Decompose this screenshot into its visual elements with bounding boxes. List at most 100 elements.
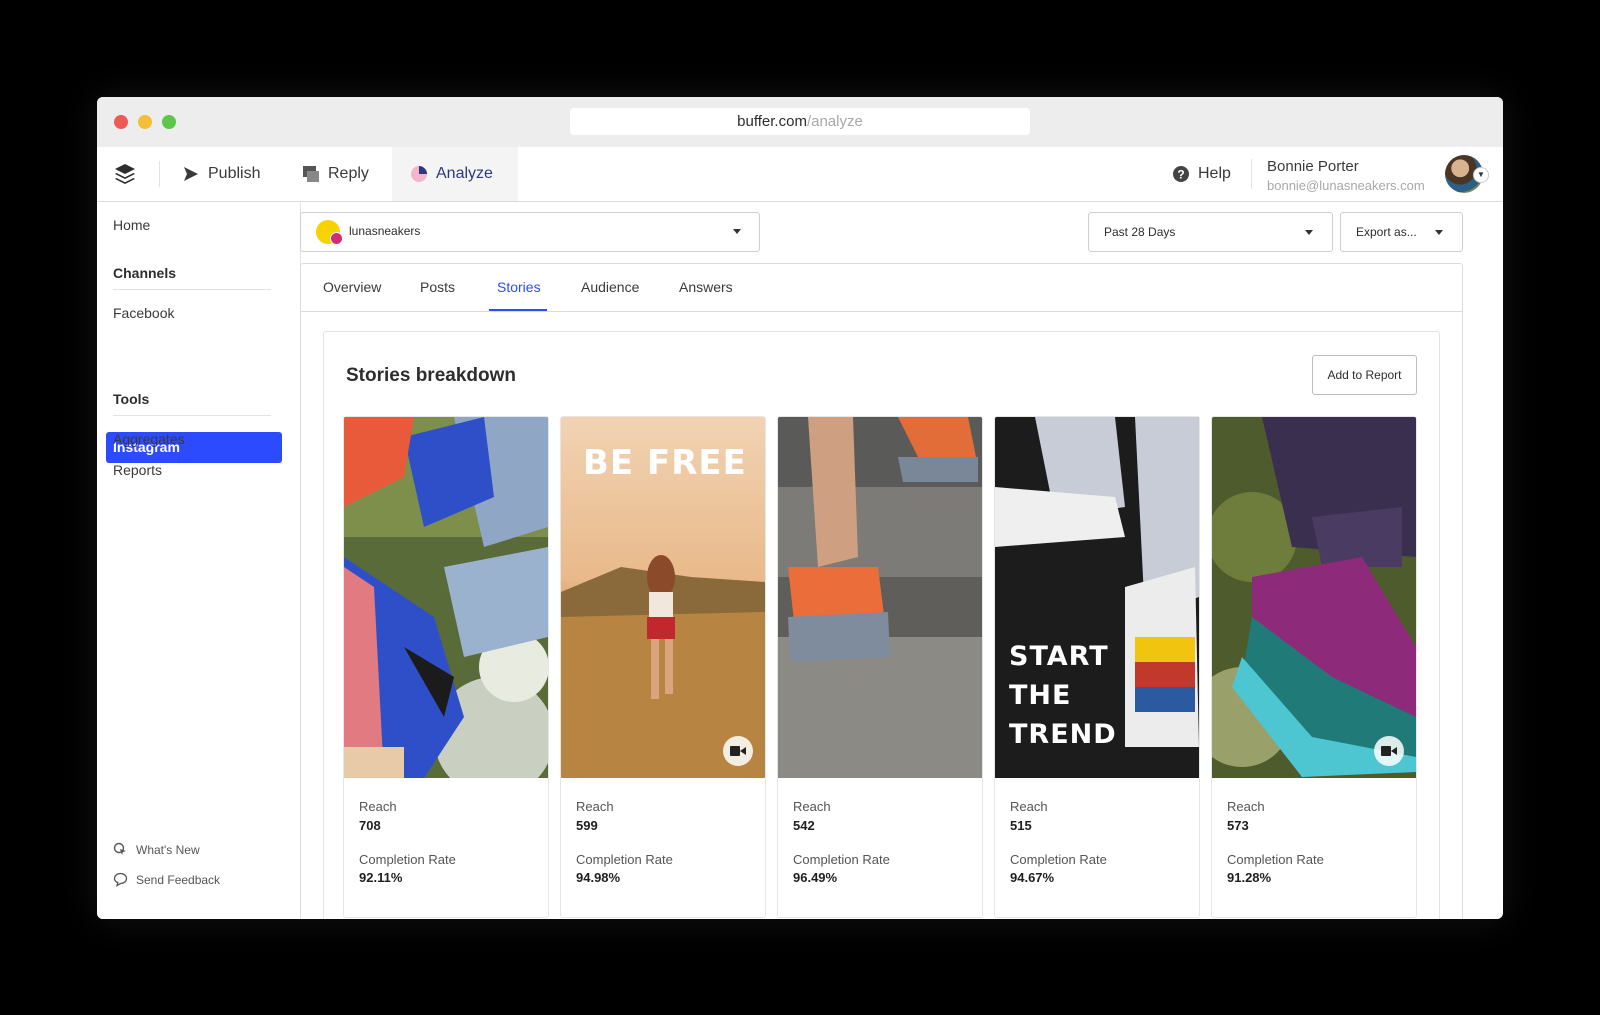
- user-name: Bonnie Porter: [1267, 158, 1359, 175]
- overlay-line: TREND: [1009, 719, 1117, 750]
- instagram-badge-icon: [330, 232, 343, 245]
- whats-new-link[interactable]: What's New: [113, 842, 200, 857]
- account-menu-caret-icon[interactable]: ▼: [1473, 167, 1489, 183]
- minimize-window-button[interactable]: [138, 115, 152, 129]
- story-thumbnail: BE FREE: [561, 417, 765, 778]
- nav-publish[interactable]: Publish: [182, 147, 260, 201]
- browser-titlebar: buffer.com/analyze: [97, 97, 1503, 148]
- tab-posts[interactable]: Posts: [420, 279, 455, 295]
- completion-rate-value: 94.98%: [576, 870, 621, 885]
- nav-analyze[interactable]: Analyze: [392, 147, 518, 201]
- active-tab-indicator: [489, 309, 547, 311]
- story-image-stairs-sneakers: [778, 417, 982, 778]
- url-host: buffer.com: [737, 113, 807, 130]
- completion-rate-label: Completion Rate: [576, 852, 673, 867]
- completion-rate-label: Completion Rate: [1227, 852, 1324, 867]
- nav-reply-label: Reply: [328, 165, 369, 182]
- buffer-logo-icon[interactable]: [113, 163, 137, 185]
- story-card[interactable]: START THE TREND Reach 515 Completion Rat…: [994, 416, 1200, 918]
- date-range-value: Past 28 Days: [1104, 225, 1176, 239]
- completion-rate-label: Completion Rate: [359, 852, 456, 867]
- sidebar: Home Channels Facebook Instagram Tools A…: [97, 202, 301, 919]
- reply-icon: [303, 166, 319, 182]
- tab-stories[interactable]: Stories: [497, 279, 541, 295]
- stories-breakdown-title: Stories breakdown: [346, 365, 516, 386]
- completion-rate-value: 92.11%: [359, 870, 403, 885]
- maximize-window-button[interactable]: [162, 115, 176, 129]
- close-window-button[interactable]: [114, 115, 128, 129]
- overlay-line: THE: [1009, 680, 1072, 711]
- help-icon: ?: [1173, 166, 1189, 182]
- stories-breakdown-card: Stories breakdown Add to Report Reach 70…: [323, 331, 1440, 919]
- send-feedback-link[interactable]: Send Feedback: [113, 872, 220, 887]
- svg-text:?: ?: [1177, 168, 1184, 182]
- chevron-down-icon: [1305, 230, 1313, 235]
- tab-overview[interactable]: Overview: [323, 279, 381, 295]
- video-icon: [723, 736, 753, 766]
- reach-value: 515: [1010, 818, 1032, 833]
- address-bar[interactable]: buffer.com/analyze: [570, 108, 1030, 135]
- reach-label: Reach: [359, 799, 397, 814]
- browser-window: buffer.com/analyze Publish Reply Analyze…: [97, 97, 1503, 919]
- chevron-down-icon: [1435, 230, 1443, 235]
- reach-value: 573: [1227, 818, 1249, 833]
- tab-audience[interactable]: Audience: [581, 279, 639, 295]
- story-card[interactable]: Reach 708 Completion Rate 92.11%: [343, 416, 549, 918]
- story-image-colorful-sneaker: [1212, 417, 1416, 778]
- sidebar-heading-channels: Channels: [113, 265, 177, 281]
- send-feedback-label: Send Feedback: [136, 872, 221, 887]
- reach-label: Reach: [576, 799, 614, 814]
- publish-icon: [184, 167, 198, 181]
- story-image-sneakers-blue: [344, 417, 548, 778]
- help-link[interactable]: ? Help: [1172, 147, 1231, 201]
- speech-bubble-icon: [113, 872, 128, 887]
- story-thumbnail: START THE TREND: [995, 417, 1199, 778]
- user-email: bonnie@lunasneakers.com: [1267, 178, 1425, 193]
- completion-rate-label: Completion Rate: [793, 852, 890, 867]
- sidebar-heading-tools: Tools: [113, 391, 150, 407]
- reach-label: Reach: [1010, 799, 1048, 814]
- reach-value: 708: [359, 818, 381, 833]
- story-card[interactable]: Reach 573 Completion Rate 91.28%: [1211, 416, 1417, 918]
- sidebar-item-aggregates[interactable]: Aggregates: [113, 431, 185, 447]
- sidebar-item-reports[interactable]: Reports: [113, 462, 162, 478]
- completion-rate-value: 91.28%: [1227, 870, 1272, 885]
- story-thumbnail: [1212, 417, 1416, 778]
- overlay-line: START: [1009, 641, 1109, 672]
- reach-value: 599: [576, 818, 598, 833]
- date-range-selector[interactable]: Past 28 Days: [1088, 212, 1333, 252]
- url-path: /analyze: [806, 113, 863, 130]
- nav-publish-label: Publish: [208, 165, 261, 182]
- reach-label: Reach: [1227, 799, 1265, 814]
- add-to-report-button[interactable]: Add to Report: [1312, 355, 1417, 395]
- chevron-down-icon: [733, 229, 741, 234]
- channel-name: lunasneakers: [349, 224, 421, 238]
- analyze-pie-icon: [411, 166, 427, 182]
- completion-rate-value: 94.67%: [1010, 870, 1055, 885]
- sidebar-item-home[interactable]: Home: [113, 217, 150, 233]
- nav-reply[interactable]: Reply: [302, 147, 369, 201]
- story-overlay-text: START THE TREND: [1009, 637, 1117, 754]
- sidebar-divider: [113, 289, 271, 290]
- reach-label: Reach: [793, 799, 831, 814]
- tab-answers[interactable]: Answers: [679, 279, 733, 295]
- sidebar-divider: [113, 415, 271, 416]
- reach-value: 542: [793, 818, 815, 833]
- export-selector[interactable]: Export as...: [1340, 212, 1463, 252]
- story-card[interactable]: BE FREE Reach 599 Completion Rate 94.98%: [560, 416, 766, 918]
- story-overlay-text: BE FREE: [583, 443, 747, 483]
- sidebar-item-facebook[interactable]: Facebook: [113, 305, 174, 321]
- whats-new-icon: [113, 842, 126, 855]
- nav-divider: [159, 161, 160, 187]
- story-thumbnail: [344, 417, 548, 778]
- help-label: Help: [1198, 165, 1231, 182]
- completion-rate-label: Completion Rate: [1010, 852, 1107, 867]
- export-value: Export as...: [1356, 225, 1417, 239]
- story-thumbnail: [778, 417, 982, 778]
- user-divider: [1251, 159, 1252, 189]
- whats-new-label: What's New: [136, 842, 200, 857]
- channel-selector[interactable]: lunasneakers: [300, 212, 760, 252]
- analytics-panel: Overview Posts Stories Audience Answers …: [300, 263, 1463, 919]
- top-navigation: Publish Reply Analyze ? Help Bonnie Port…: [97, 147, 1503, 202]
- story-card[interactable]: Reach 542 Completion Rate 96.49%: [777, 416, 983, 918]
